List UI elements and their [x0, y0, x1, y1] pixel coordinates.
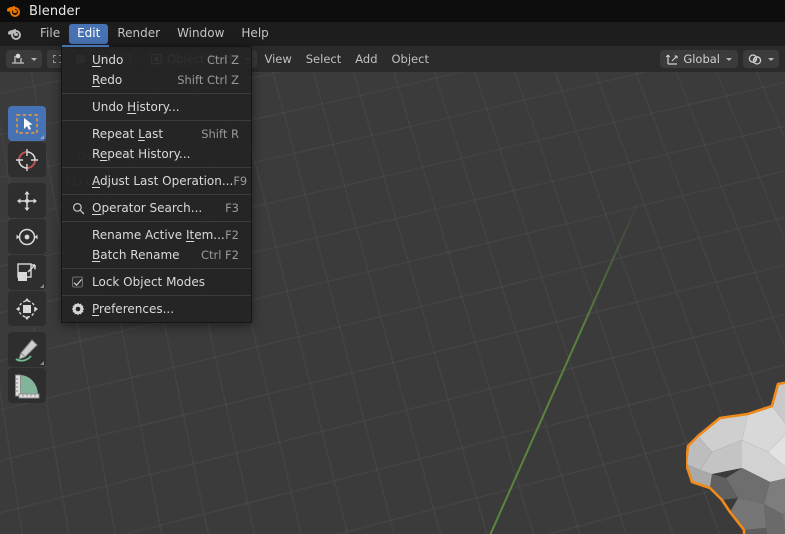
menu-item-shortcut: F9	[233, 174, 248, 188]
editor-type-3d-viewport-icon	[12, 53, 24, 64]
chevron-down-icon	[768, 57, 774, 61]
menu-item-label: Operator Search...	[92, 201, 203, 215]
menu-item-label: Undo	[92, 53, 124, 67]
menu-item-label: Undo History...	[92, 100, 180, 114]
menu-separator	[62, 120, 251, 121]
cursor-icon	[16, 148, 38, 171]
transform-orientation-selector[interactable]: Global	[660, 50, 738, 68]
tool-rotate[interactable]	[8, 219, 46, 254]
menu-item-undo[interactable]: Undo Ctrl Z	[62, 50, 251, 70]
menu-item-label: Batch Rename	[92, 248, 180, 262]
viewport-menu-select[interactable]: Select	[299, 50, 348, 68]
annotate-pencil-icon	[15, 338, 38, 362]
tool-select-box[interactable]	[8, 106, 46, 141]
rotate-icon	[16, 228, 38, 245]
viewport-menu-add[interactable]: Add	[348, 50, 384, 68]
chevron-down-icon	[726, 57, 732, 61]
menu-window[interactable]: Window	[169, 24, 232, 44]
transform-orientation-icon	[666, 54, 678, 65]
blender-window: Blender File Edit Render Window Help Lay…	[0, 0, 785, 534]
menu-item-label: Lock Object Modes	[92, 275, 206, 289]
menu-item-batch-rename[interactable]: Batch Rename Ctrl F2	[62, 245, 251, 265]
gear-icon	[71, 302, 85, 316]
tool-transform[interactable]	[8, 291, 46, 326]
viewport-menu-object[interactable]: Object	[385, 50, 436, 68]
viewport-menu-view[interactable]: View	[257, 50, 298, 68]
viewport-toolbar	[8, 106, 46, 404]
snap-magnet-icon	[748, 53, 762, 65]
window-title: Blender	[29, 3, 81, 19]
main-menu-bar: File Edit Render Window Help	[0, 22, 785, 46]
viewport-header-right: Global	[660, 50, 779, 68]
edit-menu-dropdown: Undo Ctrl Z Redo Shift Ctrl Z Undo Histo…	[61, 45, 252, 323]
tool-move[interactable]	[8, 183, 46, 218]
tool-annotate[interactable]	[8, 332, 46, 367]
menu-render[interactable]: Render	[109, 24, 168, 44]
select-box-icon	[16, 113, 38, 134]
window-title-bar: Blender	[0, 0, 785, 22]
menu-separator	[62, 221, 251, 222]
menu-file[interactable]: File	[32, 24, 68, 44]
menu-active-accent	[62, 45, 109, 47]
menu-item-rename-active-item[interactable]: Rename Active Item... F2	[62, 225, 251, 245]
menu-item-preferences[interactable]: Preferences...	[62, 299, 251, 319]
menu-item-label: Repeat Last	[92, 127, 164, 141]
menu-item-lock-object-modes[interactable]: Lock Object Modes	[62, 272, 251, 292]
menu-item-repeat-last[interactable]: Repeat Last Shift R	[62, 124, 251, 144]
menu-separator	[62, 167, 251, 168]
menu-item-label: Repeat History...	[92, 147, 191, 161]
menu-item-shortcut: F2	[225, 228, 239, 242]
measure-ruler-icon	[15, 374, 40, 398]
tool-scale[interactable]	[8, 255, 46, 290]
blender-logo-icon	[7, 4, 22, 18]
menu-item-label: Adjust Last Operation...	[92, 174, 234, 188]
chevron-down-icon	[31, 57, 37, 61]
menu-item-label: Redo	[92, 73, 123, 87]
lock-object-modes-checkbox[interactable]	[72, 276, 83, 288]
menu-item-shortcut: F3	[225, 201, 239, 215]
menu-item-shortcut: Ctrl Z	[207, 53, 239, 67]
menu-item-undo-history[interactable]: Undo History...	[62, 97, 251, 117]
transform-orientation-value: Global	[683, 52, 720, 66]
transform-icon	[16, 297, 38, 320]
menu-item-redo[interactable]: Redo Shift Ctrl Z	[62, 70, 251, 90]
menu-separator	[62, 194, 251, 195]
menu-edit[interactable]: Edit	[69, 24, 109, 44]
menu-item-label: Preferences...	[92, 302, 175, 316]
menu-item-adjust-last-operation[interactable]: Adjust Last Operation... F9	[62, 171, 251, 191]
move-icon	[17, 190, 37, 211]
menu-item-label: Rename Active Item...	[92, 228, 225, 242]
menu-item-shortcut: Shift Ctrl Z	[177, 73, 239, 87]
snap-toggle[interactable]	[743, 50, 779, 68]
tool-measure[interactable]	[8, 368, 46, 403]
menu-item-shortcut: Ctrl F2	[200, 248, 239, 262]
menu-item-operator-search[interactable]: Operator Search... F3	[62, 198, 251, 218]
search-icon	[71, 201, 85, 215]
menu-item-repeat-history[interactable]: Repeat History...	[62, 144, 251, 164]
scale-icon	[17, 262, 36, 281]
tool-cursor[interactable]	[8, 142, 46, 177]
menu-separator	[62, 268, 251, 269]
editor-type-selector[interactable]	[6, 50, 42, 68]
menu-item-shortcut: Shift R	[201, 127, 239, 141]
menu-separator	[62, 295, 251, 296]
menu-help[interactable]: Help	[233, 24, 276, 44]
menu-separator	[62, 93, 251, 94]
blender-app-menu-icon[interactable]	[8, 27, 23, 41]
selected-mesh-object[interactable]	[686, 378, 785, 534]
